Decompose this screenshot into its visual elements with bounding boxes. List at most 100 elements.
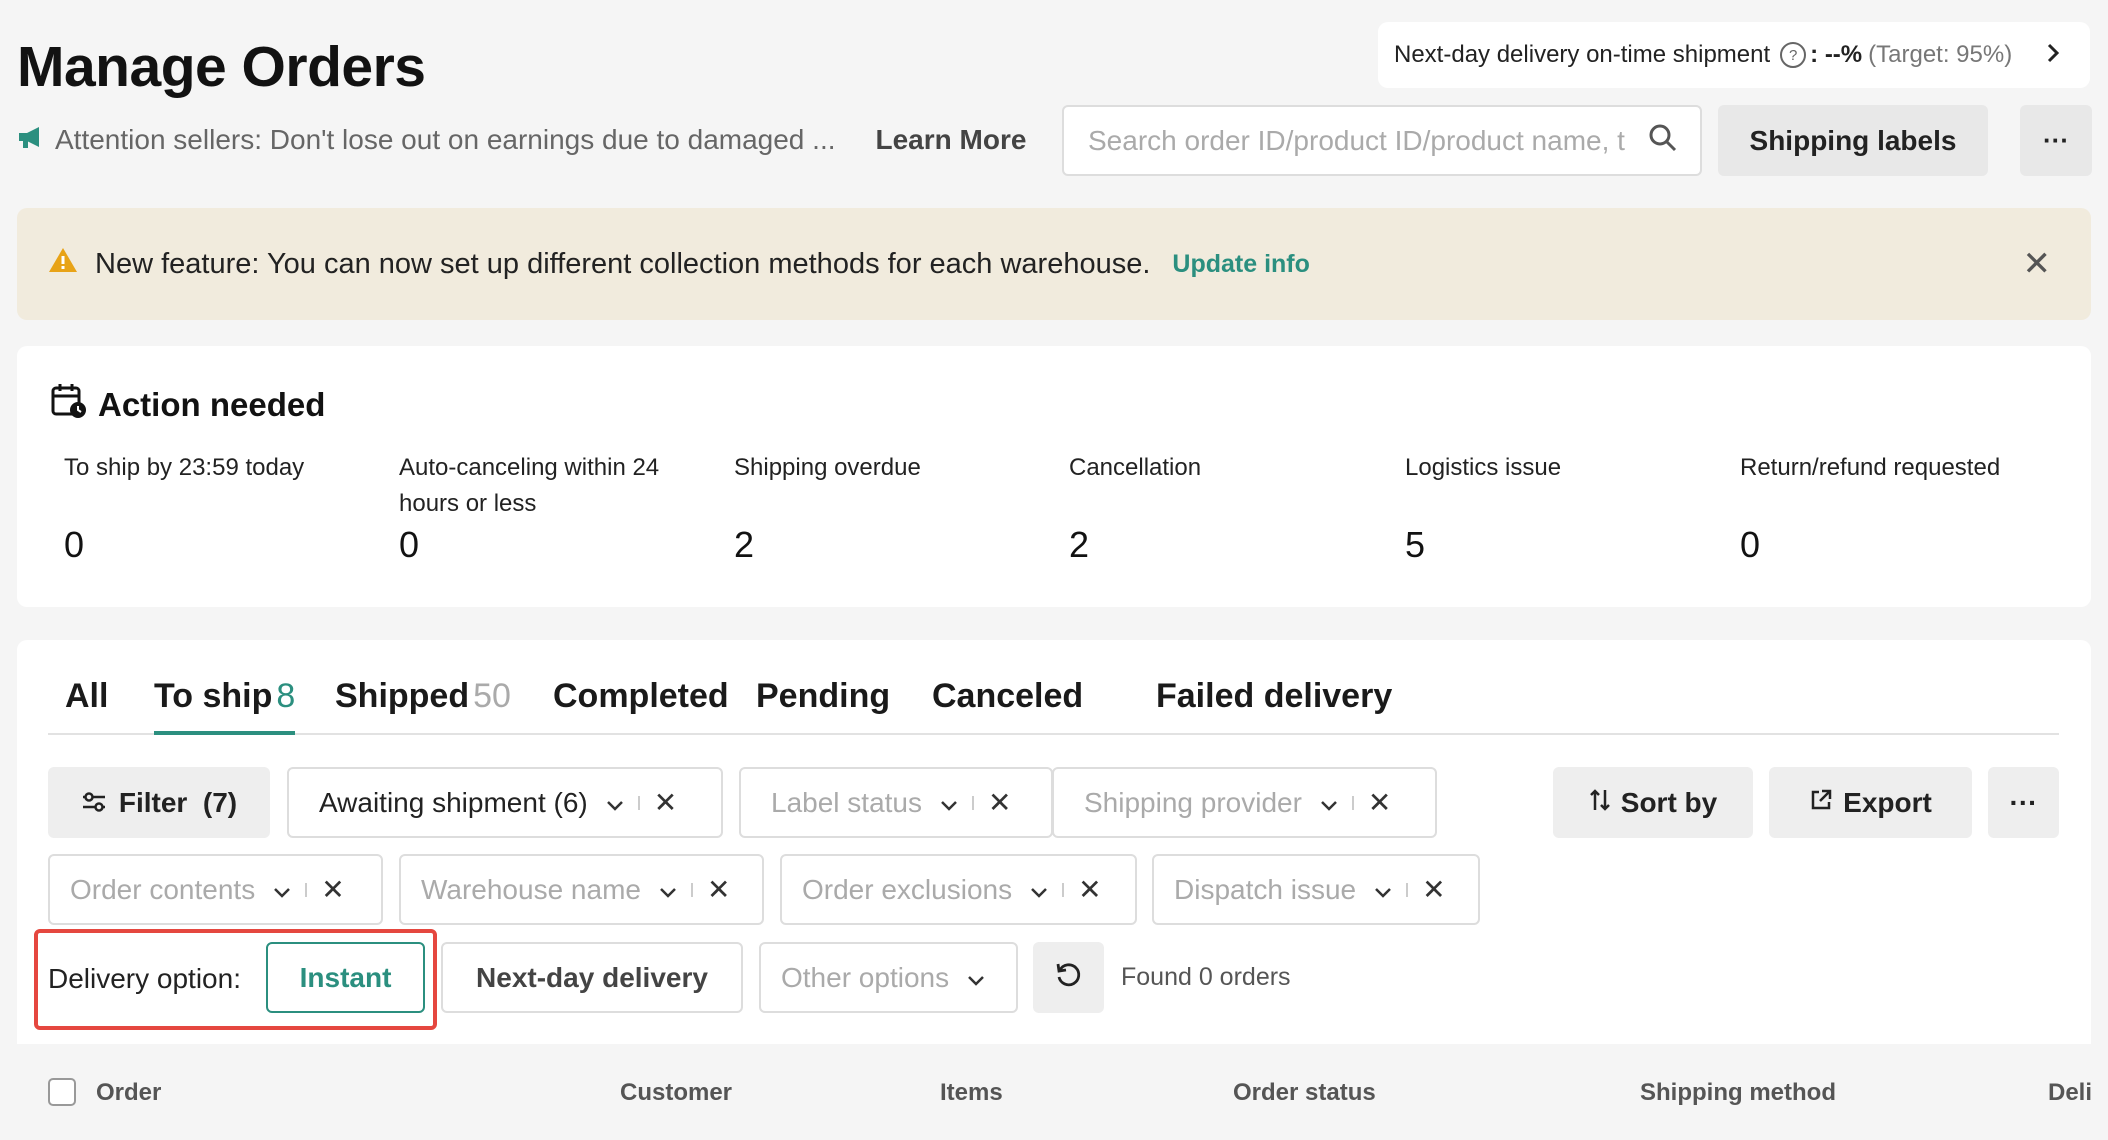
feature-banner: New feature: You can now set up differen… [17, 208, 2091, 320]
help-icon[interactable]: ? [1780, 42, 1807, 68]
export-label: Export [1843, 786, 1932, 818]
chevron-down-icon[interactable] [967, 962, 985, 994]
clear-icon[interactable]: ✕ [1078, 873, 1101, 906]
action-needed-panel: Action needed To ship by 23:59 today 0 A… [17, 346, 2091, 607]
search-input[interactable] [1086, 123, 1648, 158]
tab-pending[interactable]: Pending [756, 677, 890, 716]
chip-label: Shipping provider [1084, 786, 1302, 818]
action-item-value[interactable]: 0 [399, 524, 419, 566]
warning-icon [47, 246, 79, 282]
tab-label: To ship [154, 677, 273, 715]
megaphone-icon [17, 124, 45, 156]
shipping-provider-filter[interactable]: Shipping provider ✕ [1052, 767, 1437, 838]
select-all-checkbox[interactable] [48, 1078, 76, 1106]
label-status-filter[interactable]: Label status ✕ [739, 767, 1053, 838]
chip-label: Awaiting shipment (6) [319, 786, 588, 818]
action-item-value[interactable]: 5 [1405, 524, 1425, 566]
column-items[interactable]: Items [940, 1079, 1003, 1107]
tab-label: Canceled [932, 677, 1084, 715]
action-item-label: Auto-canceling within 24 hours or less [399, 454, 660, 517]
tab-count: 8 [276, 677, 296, 715]
metric-value: : --% [1810, 41, 1863, 68]
column-delivery[interactable]: Deli [2048, 1079, 2092, 1107]
divider [1406, 882, 1409, 897]
chevron-down-icon[interactable] [1374, 874, 1392, 906]
refresh-icon [1054, 960, 1084, 995]
sort-by-button[interactable]: Sort by [1553, 767, 1753, 838]
chevron-down-icon[interactable] [1030, 874, 1048, 906]
chip-label: Other options [781, 961, 950, 993]
clear-icon[interactable]: ✕ [988, 786, 1011, 819]
action-item-label: Shipping overdue [734, 454, 921, 481]
clear-icon[interactable]: ✕ [1368, 786, 1391, 819]
close-icon[interactable]: ✕ [2023, 244, 2052, 284]
tab-label: Completed [553, 677, 729, 715]
clear-icon[interactable]: ✕ [321, 873, 344, 906]
page-title: Manage Orders [17, 35, 426, 99]
orders-table-header: Order Customer Items Order status Shippi… [0, 1044, 2092, 1140]
tab-label: Pending [756, 677, 891, 715]
clear-icon[interactable]: ✕ [707, 873, 730, 906]
next-day-delivery-button[interactable]: Next-day delivery [441, 942, 743, 1013]
learn-more-link[interactable]: Learn More [876, 124, 1027, 156]
sort-icon [1589, 787, 1611, 819]
divider [1351, 795, 1354, 810]
action-item-value[interactable]: 0 [1740, 524, 1760, 566]
order-exclusions-filter[interactable]: Order exclusions ✕ [780, 854, 1137, 925]
tab-completed[interactable]: Completed [553, 677, 729, 716]
reset-filters-button[interactable] [1033, 942, 1104, 1013]
dispatch-issue-filter[interactable]: Dispatch issue ✕ [1152, 854, 1480, 925]
action-item-auto-canceling[interactable]: Auto-canceling within 24 hours or less 0 [399, 450, 699, 565]
divider [305, 882, 308, 897]
column-order[interactable]: Order [96, 1079, 161, 1107]
chevron-right-icon[interactable] [2046, 38, 2060, 72]
awaiting-shipment-filter[interactable]: Awaiting shipment (6) ✕ [287, 767, 723, 838]
action-item-label: To ship by 23:59 today [64, 454, 305, 481]
divider [972, 795, 974, 810]
chevron-down-icon[interactable] [606, 787, 624, 819]
tab-shipped[interactable]: Shipped 50 [335, 677, 511, 716]
tab-all[interactable]: All [65, 677, 108, 716]
update-info-link[interactable]: Update info [1172, 250, 1310, 279]
action-item-to-ship-today[interactable]: To ship by 23:59 today 0 [64, 450, 364, 565]
divider [1062, 882, 1065, 897]
tab-label: Failed delivery [1156, 677, 1393, 715]
order-contents-filter[interactable]: Order contents ✕ [48, 854, 383, 925]
warehouse-name-filter[interactable]: Warehouse name ✕ [399, 854, 764, 925]
column-customer[interactable]: Customer [620, 1079, 732, 1107]
action-item-return-refund[interactable]: Return/refund requested 0 [1740, 450, 2040, 565]
tab-to-ship[interactable]: To ship 8 [154, 677, 296, 735]
action-item-shipping-overdue[interactable]: Shipping overdue 2 [734, 450, 1034, 565]
chevron-down-icon[interactable] [940, 787, 958, 819]
action-item-value[interactable]: 2 [734, 524, 754, 566]
action-item-logistics-issue[interactable]: Logistics issue 5 [1405, 450, 1705, 565]
tab-canceled[interactable]: Canceled [932, 677, 1083, 716]
column-shipping-method[interactable]: Shipping method [1640, 1079, 1836, 1107]
export-button[interactable]: Export [1769, 767, 1972, 838]
banner-text: New feature: You can now set up differen… [95, 247, 1151, 280]
notice-text: Attention sellers: Don't lose out on ear… [55, 124, 836, 155]
filter-button[interactable]: Filter (7) [48, 767, 270, 838]
chevron-down-icon[interactable] [1320, 787, 1338, 819]
action-item-value[interactable]: 0 [64, 524, 84, 566]
action-item-value[interactable]: 2 [1069, 524, 1089, 566]
clear-icon[interactable]: ✕ [1422, 873, 1445, 906]
shipping-labels-button[interactable]: Shipping labels [1718, 105, 1988, 176]
column-order-status[interactable]: Order status [1233, 1079, 1376, 1107]
action-needed-title: Action needed [98, 386, 326, 423]
action-item-cancellation[interactable]: Cancellation 2 [1069, 450, 1369, 565]
tab-count: 50 [473, 677, 511, 715]
other-options-select[interactable]: Other options [759, 942, 1018, 1013]
next-day-metric-card[interactable]: Next-day delivery on-time shipment ? : -… [1378, 22, 2090, 88]
instant-option-button[interactable]: Instant [266, 942, 425, 1013]
tab-failed-delivery[interactable]: Failed delivery [1156, 677, 1392, 716]
search-icon[interactable] [1648, 123, 1678, 158]
chevron-down-icon[interactable] [659, 874, 677, 906]
order-search[interactable] [1062, 105, 1702, 176]
tab-label: Shipped [335, 677, 470, 715]
more-options-button[interactable]: ··· [2020, 105, 2092, 176]
chevron-down-icon[interactable] [273, 874, 291, 906]
chip-label: Label status [771, 786, 922, 818]
clear-icon[interactable]: ✕ [654, 786, 677, 819]
more-actions-button[interactable]: ··· [1988, 767, 2059, 838]
